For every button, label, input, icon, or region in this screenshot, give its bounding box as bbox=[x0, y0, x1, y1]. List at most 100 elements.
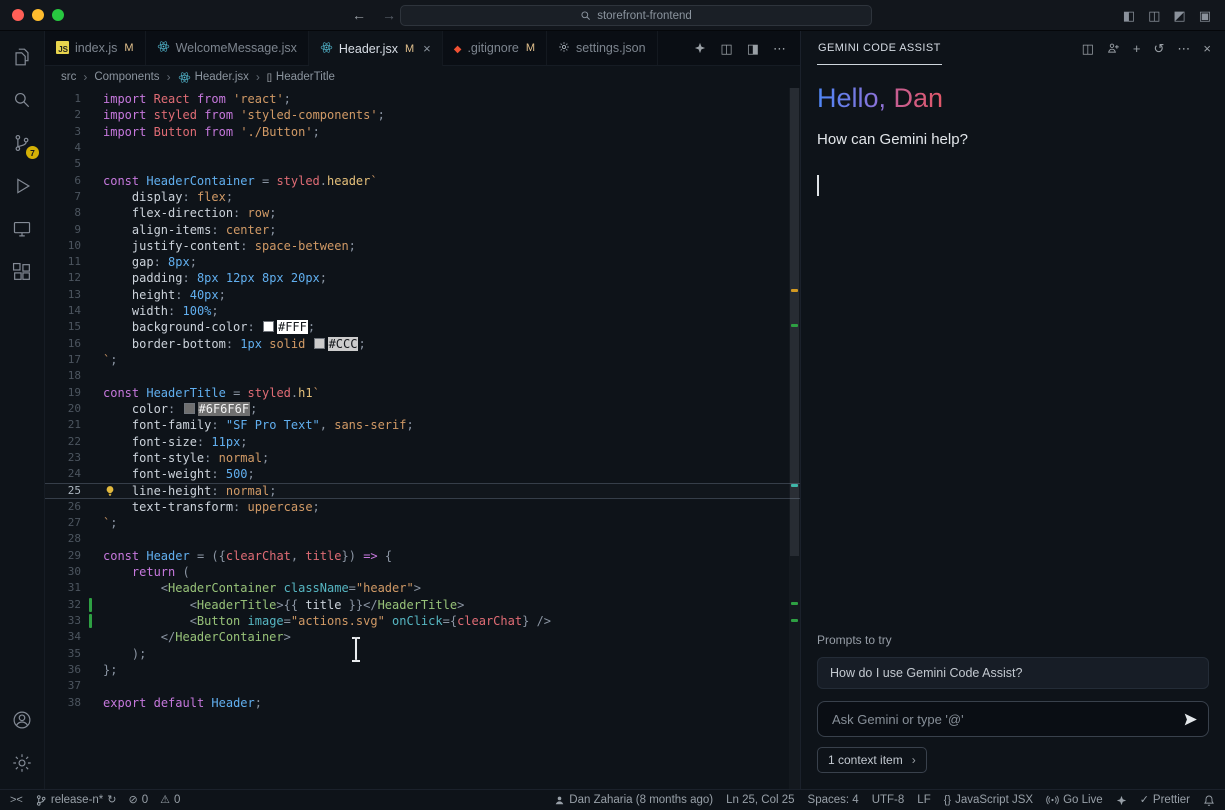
code-line[interactable]: 27`; bbox=[45, 515, 800, 531]
line-number[interactable]: 2 bbox=[45, 107, 81, 123]
code-line[interactable]: 25 line-height: normal; bbox=[45, 483, 800, 499]
code-line[interactable]: 5 bbox=[45, 156, 800, 172]
notifications[interactable] bbox=[1203, 794, 1215, 807]
prompt-suggestion[interactable]: How do I use Gemini Code Assist? bbox=[817, 657, 1209, 689]
code-line[interactable]: 19const HeaderTitle = styled.h1` bbox=[45, 385, 800, 401]
line-number[interactable]: 20 bbox=[45, 401, 81, 417]
code-line[interactable]: 26 text-transform: uppercase; bbox=[45, 499, 800, 515]
problems-errors[interactable]: ⊘0 bbox=[129, 794, 149, 806]
code-line[interactable]: 32 <HeaderTitle>{{ title }}</HeaderTitle… bbox=[45, 597, 800, 613]
line-number[interactable]: 21 bbox=[45, 417, 81, 433]
code-line[interactable]: 20 color: #6F6F6F; bbox=[45, 401, 800, 417]
code-line[interactable]: 22 font-size: 11px; bbox=[45, 434, 800, 450]
line-number[interactable]: 38 bbox=[45, 695, 81, 711]
line-number[interactable]: 11 bbox=[45, 254, 81, 270]
line-number[interactable]: 6 bbox=[45, 173, 81, 189]
close-icon[interactable]: × bbox=[1203, 42, 1211, 55]
gemini-sparkle-icon[interactable] bbox=[694, 42, 706, 54]
color-swatch[interactable] bbox=[263, 321, 274, 332]
tab-welcome-message[interactable]: WelcomeMessage.jsx bbox=[146, 31, 309, 65]
indentation[interactable]: Spaces: 4 bbox=[808, 794, 859, 806]
accounts-icon[interactable] bbox=[10, 708, 34, 732]
breadcrumb-item[interactable]: []HeaderTitle bbox=[267, 71, 335, 83]
layout-panel-icon[interactable]: ▣ bbox=[1199, 8, 1211, 23]
line-number[interactable]: 12 bbox=[45, 270, 81, 286]
code-line[interactable]: 4 bbox=[45, 140, 800, 156]
go-live[interactable]: Go Live bbox=[1046, 794, 1103, 806]
breadcrumb[interactable]: src›Components›Header.jsx›[]HeaderTitle bbox=[45, 66, 800, 88]
line-number[interactable]: 14 bbox=[45, 303, 81, 319]
code-line[interactable]: 34 </HeaderContainer> bbox=[45, 629, 800, 645]
code-line[interactable]: 15 background-color: #FFF; bbox=[45, 319, 800, 335]
editor-scrollbar[interactable] bbox=[789, 88, 800, 789]
line-number[interactable]: 36 bbox=[45, 662, 81, 678]
layout-toggle-icon[interactable]: ◨ bbox=[747, 42, 759, 55]
code-line[interactable]: 10 justify-content: space-between; bbox=[45, 238, 800, 254]
code-line[interactable]: 37 bbox=[45, 678, 800, 694]
code-line[interactable]: 14 width: 100%; bbox=[45, 303, 800, 319]
code-line[interactable]: 38export default Header; bbox=[45, 695, 800, 711]
close-window-button[interactable] bbox=[12, 9, 24, 21]
gemini-status[interactable] bbox=[1116, 795, 1127, 806]
more-icon[interactable]: ⋯ bbox=[1177, 42, 1190, 55]
line-number[interactable]: 3 bbox=[45, 124, 81, 140]
person-add-icon[interactable] bbox=[1107, 42, 1120, 54]
layout-rows-icon[interactable]: ◩ bbox=[1173, 8, 1185, 23]
problems-warnings[interactable]: ⚠0 bbox=[160, 794, 180, 806]
code-line[interactable]: 3import Button from './Button'; bbox=[45, 124, 800, 140]
language-mode[interactable]: {}JavaScript JSX bbox=[944, 794, 1033, 806]
color-swatch[interactable] bbox=[184, 403, 195, 414]
send-icon[interactable] bbox=[1183, 712, 1198, 727]
breadcrumb-item[interactable]: src bbox=[61, 71, 76, 83]
code-line[interactable]: 1import React from 'react'; bbox=[45, 91, 800, 107]
context-items-button[interactable]: 1 context item › bbox=[817, 747, 927, 773]
encoding[interactable]: UTF-8 bbox=[872, 794, 905, 806]
remote-button[interactable]: >< bbox=[10, 795, 23, 806]
history-icon[interactable]: ↺ bbox=[1154, 42, 1165, 55]
prettier[interactable]: ✓Prettier bbox=[1140, 794, 1190, 806]
line-number[interactable]: 19 bbox=[45, 385, 81, 401]
minimize-window-button[interactable] bbox=[32, 9, 44, 21]
tab-index-js[interactable]: JSindex.jsM bbox=[45, 31, 146, 65]
cursor-position[interactable]: Ln 25, Col 25 bbox=[726, 794, 794, 806]
line-number[interactable]: 17 bbox=[45, 352, 81, 368]
code-line[interactable]: 17`; bbox=[45, 352, 800, 368]
line-number[interactable]: 35 bbox=[45, 646, 81, 662]
tab-gitignore[interactable]: ◆.gitignoreM bbox=[443, 31, 547, 65]
code-line[interactable]: 30 return ( bbox=[45, 564, 800, 580]
more-actions-icon[interactable]: ⋯ bbox=[773, 42, 786, 55]
code-line[interactable]: 12 padding: 8px 12px 8px 20px; bbox=[45, 270, 800, 286]
code-line[interactable]: 33 <Button image="actions.svg" onClick={… bbox=[45, 613, 800, 629]
extensions-icon[interactable] bbox=[10, 260, 34, 284]
code-line[interactable]: 21 font-family: "SF Pro Text", sans-seri… bbox=[45, 417, 800, 433]
line-number[interactable]: 7 bbox=[45, 189, 81, 205]
code-line[interactable]: 24 font-weight: 500; bbox=[45, 466, 800, 482]
line-number[interactable]: 23 bbox=[45, 450, 81, 466]
breadcrumb-item[interactable]: Header.jsx bbox=[178, 71, 249, 84]
line-number[interactable]: 15 bbox=[45, 319, 81, 335]
line-number[interactable]: 16 bbox=[45, 336, 81, 352]
breadcrumb-item[interactable]: Components bbox=[94, 71, 159, 83]
line-number[interactable]: 13 bbox=[45, 287, 81, 303]
zoom-window-button[interactable] bbox=[52, 9, 64, 21]
new-chat-icon[interactable]: + bbox=[1133, 42, 1141, 55]
line-number[interactable]: 34 bbox=[45, 629, 81, 645]
line-number[interactable]: 30 bbox=[45, 564, 81, 580]
code-line[interactable]: 31 <HeaderContainer className="header"> bbox=[45, 580, 800, 596]
close-icon[interactable]: × bbox=[423, 41, 431, 56]
line-number[interactable]: 29 bbox=[45, 548, 81, 564]
branch-button[interactable]: release-n*↻ bbox=[35, 794, 117, 807]
code-line[interactable]: 28 bbox=[45, 531, 800, 547]
line-number[interactable]: 31 bbox=[45, 580, 81, 596]
forward-icon[interactable]: → bbox=[382, 7, 396, 23]
line-number[interactable]: 4 bbox=[45, 140, 81, 156]
code-line[interactable]: 35 ); bbox=[45, 646, 800, 662]
color-swatch[interactable] bbox=[314, 338, 325, 349]
source-control-icon[interactable]: 7 bbox=[10, 131, 34, 155]
line-number[interactable]: 28 bbox=[45, 531, 81, 547]
eol[interactable]: LF bbox=[917, 794, 930, 806]
line-number[interactable]: 24 bbox=[45, 466, 81, 482]
code-line[interactable]: 11 gap: 8px; bbox=[45, 254, 800, 270]
line-number[interactable]: 33 bbox=[45, 613, 81, 629]
line-number[interactable]: 18 bbox=[45, 368, 81, 384]
